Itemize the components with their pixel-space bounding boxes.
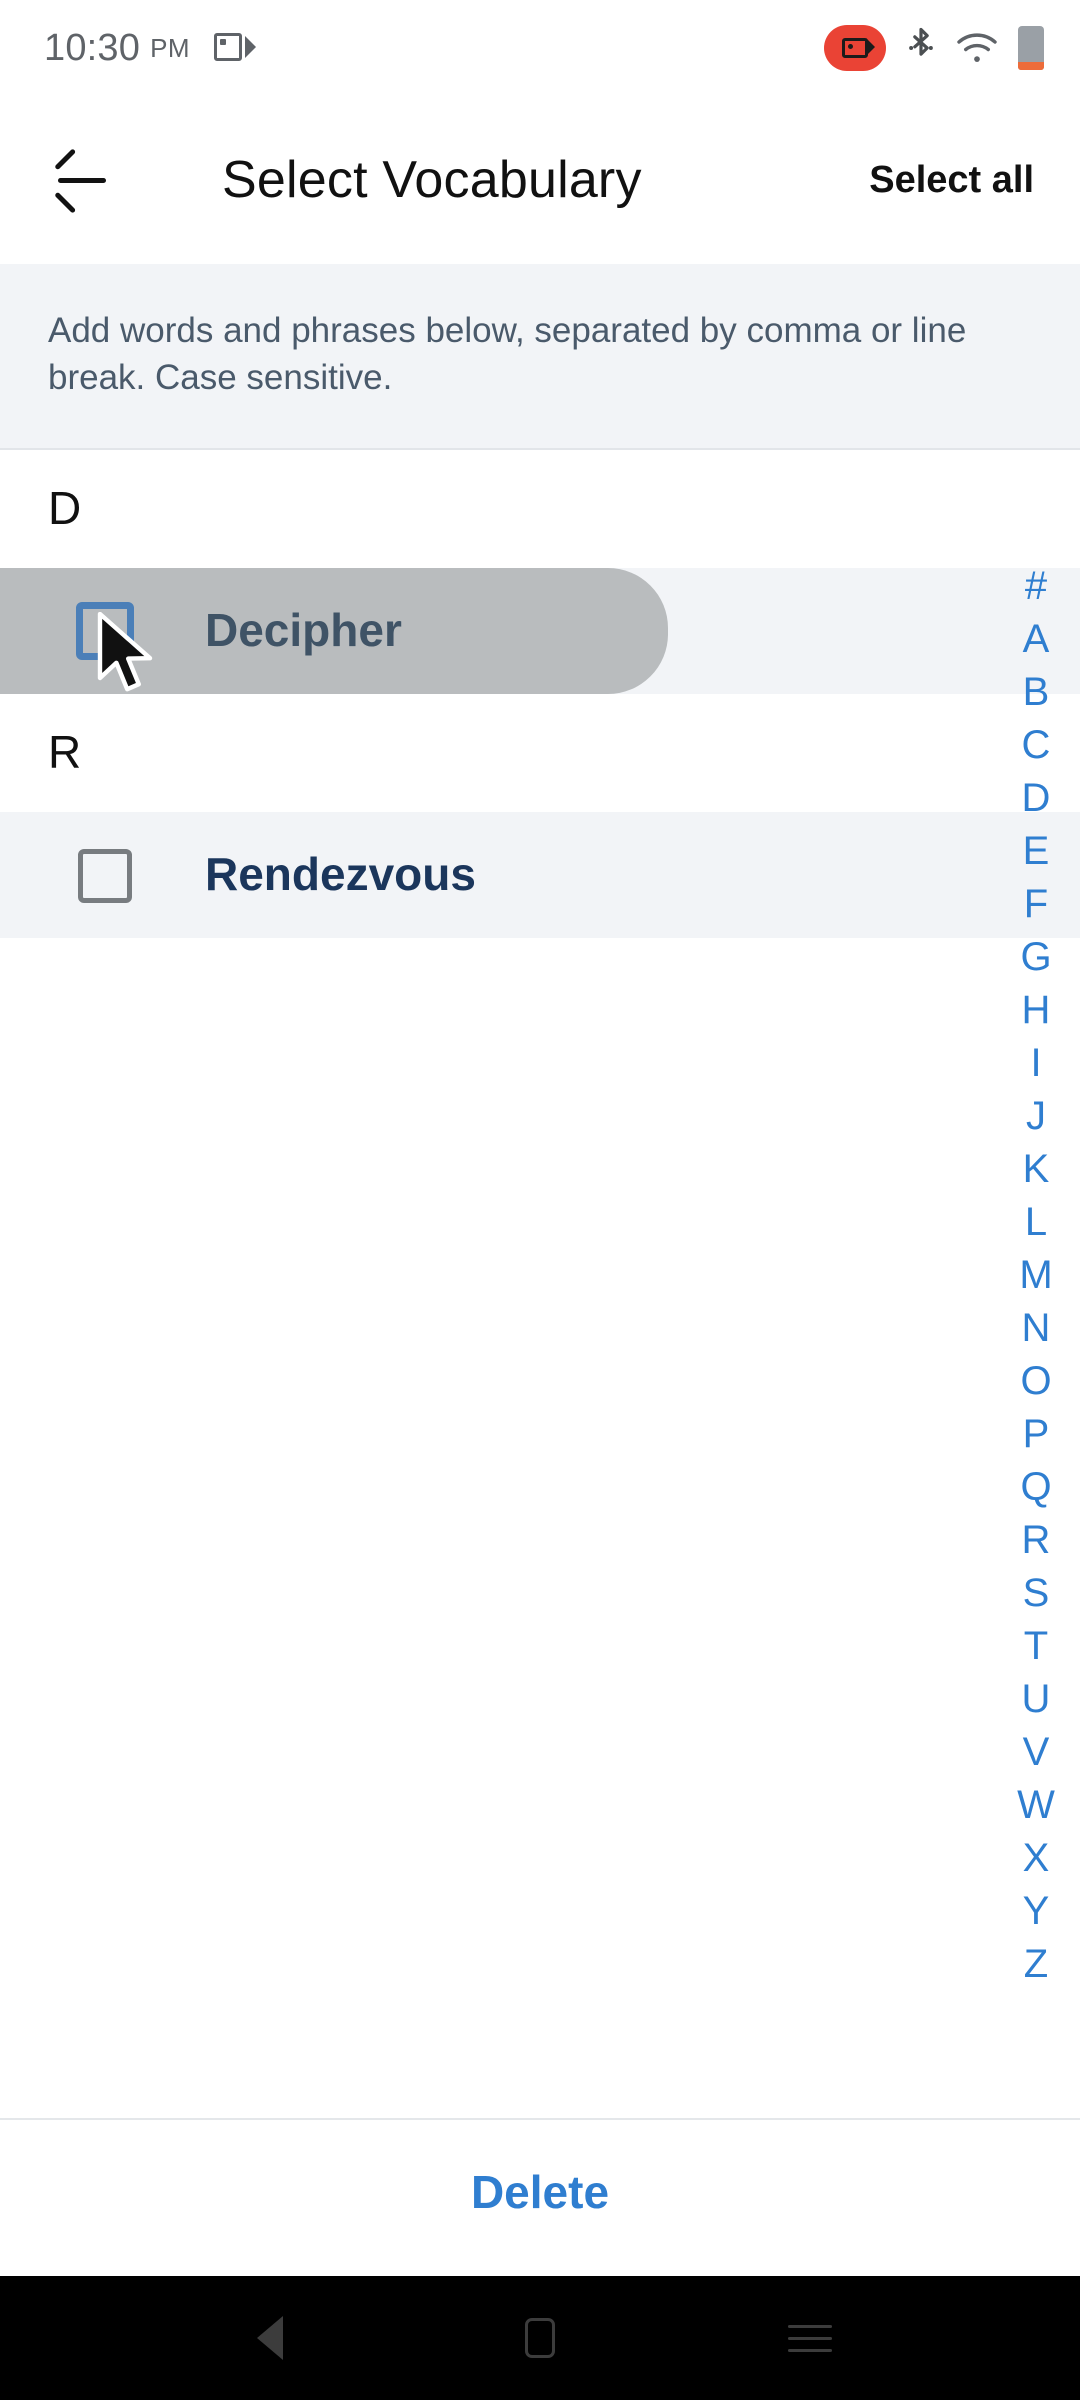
bottom-action-bar: Delete: [0, 2118, 1080, 2276]
back-arrow-icon: [54, 148, 108, 214]
alpha-index-letter[interactable]: H: [1000, 984, 1072, 1037]
alpha-index-letter[interactable]: X: [1000, 1832, 1072, 1885]
nav-home-icon: [525, 2318, 555, 2358]
alpha-index-letter[interactable]: A: [1000, 613, 1072, 666]
alpha-index-letter[interactable]: Z: [1000, 1938, 1072, 1991]
alpha-index-letter[interactable]: #: [1000, 560, 1072, 613]
status-bar-left: 10:30 PM: [44, 0, 257, 96]
screen-record-icon: [214, 33, 257, 63]
app-bar: Select Vocabulary Select all: [0, 96, 1080, 264]
alpha-index-letter[interactable]: Y: [1000, 1885, 1072, 1938]
select-all-button[interactable]: Select all: [869, 158, 1034, 202]
nav-home-button[interactable]: [440, 2276, 640, 2400]
phone-screen: 10:30 PM Select Vocabulary Select all Ad…: [0, 0, 1080, 2400]
instruction-banner: Add words and phrases below, separated b…: [0, 264, 1080, 450]
alpha-index-letter[interactable]: T: [1000, 1620, 1072, 1673]
bluetooth-icon: [906, 27, 936, 69]
status-bar-right: [824, 0, 1044, 96]
alpha-index-letter[interactable]: M: [1000, 1249, 1072, 1302]
alpha-index-letter[interactable]: P: [1000, 1408, 1072, 1461]
alpha-index-letter[interactable]: N: [1000, 1302, 1072, 1355]
alpha-index-letter[interactable]: K: [1000, 1143, 1072, 1196]
recording-badge-icon: [824, 25, 886, 71]
back-button[interactable]: [42, 140, 122, 220]
section-header-d: D: [0, 450, 1080, 568]
status-bar-clock: 10:30: [44, 27, 141, 69]
status-bar-meridiem: PM: [150, 32, 191, 63]
section-header-label: D: [48, 482, 82, 534]
table-row[interactable]: Decipher: [0, 568, 1080, 694]
row-word-label: Decipher: [205, 604, 402, 656]
alpha-index-letter[interactable]: L: [1000, 1196, 1072, 1249]
section-header-r: R: [0, 694, 1080, 812]
row-checkbox-decipher[interactable]: [76, 602, 134, 660]
battery-icon: [1018, 26, 1044, 70]
alpha-index-letter[interactable]: E: [1000, 825, 1072, 878]
alpha-index-letter[interactable]: I: [1000, 1037, 1072, 1090]
row-checkbox-rendezvous[interactable]: [78, 849, 132, 903]
alpha-index-letter[interactable]: J: [1000, 1090, 1072, 1143]
page-title: Select Vocabulary: [222, 151, 642, 209]
alpha-index-letter[interactable]: D: [1000, 772, 1072, 825]
nav-back-icon: [257, 2316, 283, 2360]
row-word-label: Rendezvous: [205, 848, 476, 900]
alpha-index-letter[interactable]: F: [1000, 878, 1072, 931]
nav-recent-icon: [788, 2324, 832, 2352]
status-bar: 10:30 PM: [0, 0, 1080, 96]
instruction-text: Add words and phrases below, separated b…: [48, 311, 967, 397]
alpha-index-letter[interactable]: O: [1000, 1355, 1072, 1408]
table-row[interactable]: Rendezvous: [0, 812, 1080, 938]
section-header-label: R: [48, 726, 82, 778]
nav-back-button[interactable]: [170, 2276, 370, 2400]
alpha-index-letter[interactable]: U: [1000, 1673, 1072, 1726]
alpha-index-letter[interactable]: G: [1000, 931, 1072, 984]
alpha-index-letter[interactable]: W: [1000, 1779, 1072, 1832]
android-nav-bar: [0, 2276, 1080, 2400]
alpha-index-letter[interactable]: R: [1000, 1514, 1072, 1567]
alpha-index-scrubber[interactable]: # A B C D E F G H I J K L M N O P Q R S T U V W X Y Z: [1000, 560, 1072, 1991]
nav-recent-button[interactable]: [710, 2276, 910, 2400]
alpha-index-letter[interactable]: S: [1000, 1567, 1072, 1620]
delete-button[interactable]: Delete: [0, 2164, 1080, 2220]
alpha-index-letter[interactable]: C: [1000, 719, 1072, 772]
alpha-index-letter[interactable]: Q: [1000, 1461, 1072, 1514]
vocabulary-list[interactable]: D Decipher R Rendezvous: [0, 450, 1080, 2118]
alpha-index-letter[interactable]: V: [1000, 1726, 1072, 1779]
alpha-index-letter[interactable]: B: [1000, 666, 1072, 719]
wifi-icon: [956, 31, 998, 65]
